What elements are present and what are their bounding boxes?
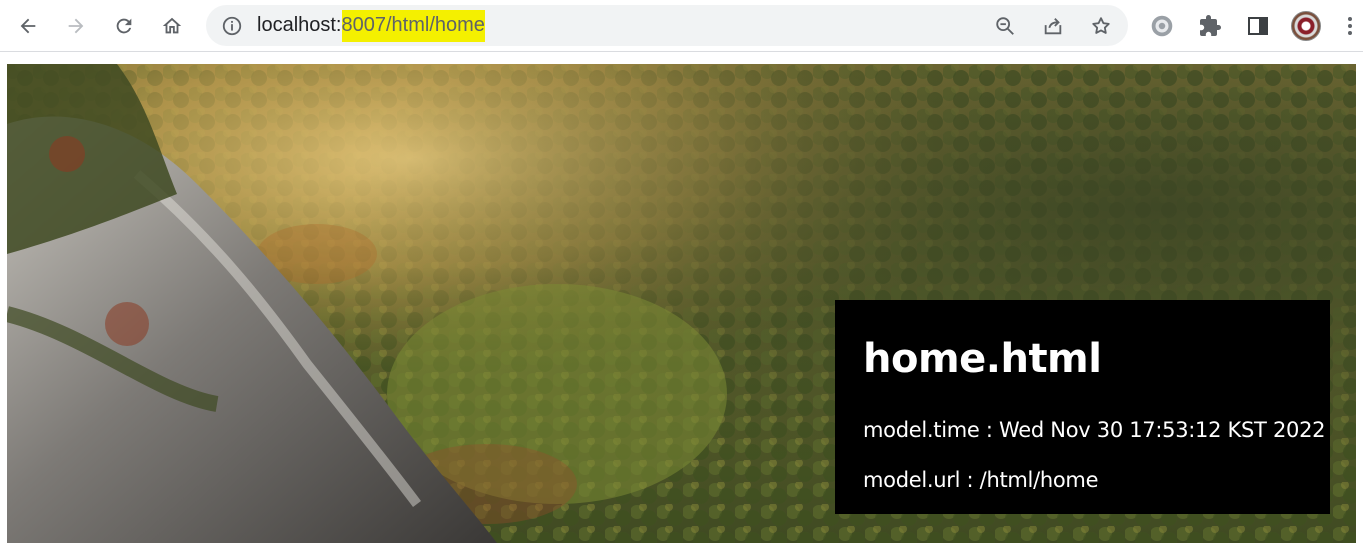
- address-bar[interactable]: localhost:8007/html/home: [206, 5, 1128, 46]
- avatar[interactable]: [1289, 9, 1323, 43]
- reload-icon[interactable]: [106, 8, 142, 44]
- back-arrow-icon[interactable]: [10, 8, 46, 44]
- info-card: home.html model.time : Wed Nov 30 17:53:…: [835, 300, 1330, 514]
- model-url-text: model.url : /html/home: [863, 468, 1099, 492]
- forward-arrow-icon[interactable]: [58, 8, 94, 44]
- zoom-out-icon[interactable]: [993, 14, 1017, 38]
- url-host: localhost:: [257, 14, 342, 36]
- home-icon[interactable]: [154, 8, 190, 44]
- star-icon[interactable]: [1089, 14, 1113, 38]
- kebab-menu-icon[interactable]: [1337, 9, 1363, 43]
- info-icon[interactable]: [220, 14, 244, 38]
- url-highlighted-path: 8007/html/home: [341, 10, 485, 42]
- page-title: home.html: [863, 336, 1102, 382]
- model-time-text: model.time : Wed Nov 30 17:53:12 KST 202…: [863, 418, 1326, 442]
- puzzle-icon[interactable]: [1193, 9, 1227, 43]
- browser-toolbar: localhost:8007/html/home: [0, 0, 1363, 52]
- profile-image: [1291, 11, 1321, 41]
- page-content: home.html model.time : Wed Nov 30 17:53:…: [0, 53, 1363, 543]
- side-panel-icon[interactable]: [1241, 9, 1275, 43]
- url-text[interactable]: localhost:8007/html/home: [257, 5, 485, 46]
- gear-icon[interactable]: [1145, 9, 1179, 43]
- share-icon[interactable]: [1041, 14, 1065, 38]
